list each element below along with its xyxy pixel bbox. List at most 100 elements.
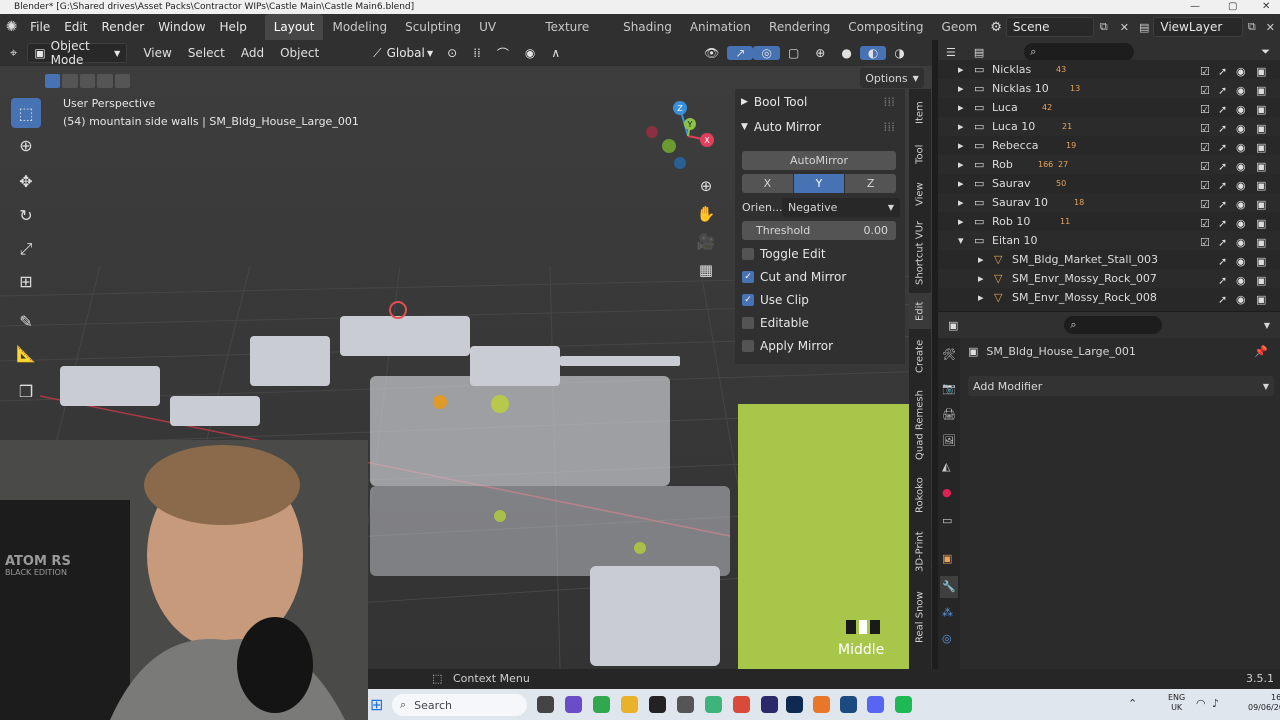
discord-icon[interactable] <box>867 696 884 713</box>
tab-sculpting[interactable]: Sculpting <box>396 14 470 40</box>
menu-add[interactable]: Add <box>233 46 272 60</box>
apply-mirror-checkbox[interactable]: Apply Mirror <box>735 334 905 357</box>
expand-icon[interactable]: ▸ <box>958 158 964 171</box>
select-intersect-icon[interactable] <box>114 74 131 88</box>
delete-view-layer-icon[interactable]: ✕ <box>1261 21 1280 34</box>
teams-icon[interactable] <box>565 696 582 713</box>
rendered-shading-icon[interactable]: ◑ <box>886 46 912 60</box>
particles-icon[interactable]: ⁂ <box>942 606 953 619</box>
output-icon[interactable]: 🖨 <box>942 408 956 421</box>
scale-tool-icon[interactable]: ⤢ <box>11 234 41 264</box>
clock[interactable]: 16:57 09/06/2023 <box>1248 693 1280 713</box>
expand-icon[interactable]: ▸ <box>958 63 964 76</box>
taskbar-search-input[interactable]: ⌕ Search <box>392 694 527 716</box>
tab-item[interactable]: Item <box>909 93 931 133</box>
collection-icon[interactable]: ▭ <box>942 514 952 527</box>
new-view-layer-icon[interactable]: ⧉ <box>1243 20 1261 34</box>
falloff-icon[interactable]: ∧ <box>543 46 568 60</box>
editor-type-icon[interactable]: ⌖ <box>0 46 27 61</box>
render-icon[interactable]: 📷 <box>942 382 956 395</box>
visibility-icon[interactable]: 👁 <box>696 46 727 60</box>
tab-geometry-nodes[interactable]: Geom <box>933 14 987 40</box>
expand-icon[interactable]: ▸ <box>978 272 984 285</box>
perspective-grid-icon[interactable]: ▦ <box>695 259 717 281</box>
zoom-icon[interactable]: ⊕ <box>695 175 717 197</box>
expand-icon[interactable]: ▸ <box>958 196 964 209</box>
tab-tool[interactable]: Tool <box>909 135 931 173</box>
chrome-profile-icon[interactable] <box>733 696 750 713</box>
automirror-button[interactable]: AutoMirror <box>742 151 896 170</box>
options-button[interactable]: Options ▼ <box>860 68 924 88</box>
maximize-icon[interactable]: ▢ <box>1228 0 1237 14</box>
pan-hand-icon[interactable]: ✋ <box>695 203 717 225</box>
filter-icon[interactable]: ⏷ <box>1251 45 1280 59</box>
solid-shading-icon[interactable]: ● <box>833 46 859 60</box>
menu-render[interactable]: Render <box>94 20 151 34</box>
menu-help[interactable]: Help <box>213 20 254 34</box>
wireframe-shading-icon[interactable]: ⊕ <box>807 46 833 60</box>
toggle-edit-checkbox[interactable]: Toggle Edit <box>735 242 905 265</box>
wifi-icon[interactable]: ◠ <box>1196 697 1206 710</box>
editable-checkbox[interactable]: Editable <box>735 311 905 334</box>
properties-editor-icon[interactable]: ▣ <box>938 319 968 332</box>
menu-view[interactable]: View <box>135 46 179 60</box>
move-tool-icon[interactable]: ✥ <box>11 166 41 196</box>
blender-logo-icon[interactable]: ✺ <box>0 19 23 35</box>
pin-icon[interactable]: 📌 <box>1254 345 1268 358</box>
camera-icon[interactable]: 🎥 <box>695 231 717 253</box>
axis-y-button[interactable]: Y <box>793 174 845 193</box>
tab-3d-print[interactable]: 3D-Print <box>909 523 931 581</box>
tool-settings-icon[interactable]: 🛠 <box>942 348 956 361</box>
expand-icon[interactable]: ▸ <box>978 291 984 304</box>
premiere-icon[interactable] <box>761 696 778 713</box>
object-icon[interactable]: ▣ <box>942 552 952 565</box>
collapse-icon[interactable]: ▾ <box>958 234 964 247</box>
app-icon[interactable] <box>895 696 912 713</box>
tray-chevron-icon[interactable]: ⌃ <box>1128 697 1137 710</box>
photoshop-2-icon[interactable] <box>840 696 857 713</box>
menu-edit[interactable]: Edit <box>57 20 94 34</box>
task-view-icon[interactable] <box>537 696 554 713</box>
tab-uv-editing[interactable]: UV Editing <box>470 14 536 60</box>
add-cube-tool-icon[interactable]: ❒ <box>11 376 41 406</box>
tab-edit[interactable]: Edit <box>909 293 931 329</box>
navigation-gizmo[interactable]: Z Y X <box>640 96 722 176</box>
xray-icon[interactable]: ▢ <box>780 46 807 60</box>
minimize-icon[interactable]: — <box>1190 0 1200 14</box>
gizmo-toggle-icon[interactable]: ↗ <box>727 46 754 60</box>
scene-icon[interactable]: ⚙ <box>986 20 1006 35</box>
tab-shading[interactable]: Shading <box>614 14 681 40</box>
menu-file[interactable]: File <box>23 20 57 34</box>
physics-icon[interactable]: ◎ <box>942 632 952 645</box>
select-extend-icon[interactable] <box>62 74 78 88</box>
expand-icon[interactable]: ▸ <box>958 177 964 190</box>
transform-orientation-selector[interactable]: ⟋ Global ▼ <box>367 43 440 63</box>
expand-icon[interactable]: ▸ <box>958 139 964 152</box>
photoshop-icon[interactable] <box>786 696 803 713</box>
tab-animation[interactable]: Animation <box>681 14 760 40</box>
modifier-wrench-icon[interactable]: 🔧 <box>940 576 958 598</box>
new-scene-icon[interactable]: ⧉ <box>1094 20 1114 34</box>
drag-handle-icon[interactable]: ⁞⁞⁞ <box>884 120 895 134</box>
file-explorer-icon[interactable] <box>621 696 638 713</box>
view-layer-icon[interactable]: ▤ <box>1135 21 1153 34</box>
expand-icon[interactable]: ▸ <box>958 82 964 95</box>
snap-icon[interactable]: ⌒ <box>489 45 517 62</box>
github-icon[interactable] <box>649 696 666 713</box>
tab-quad-remesh[interactable]: Quad Remesh <box>909 383 931 467</box>
axis-z-button[interactable]: Z <box>845 174 897 193</box>
menu-select[interactable]: Select <box>180 46 233 60</box>
view-layer-icon[interactable]: 🖼 <box>942 434 956 447</box>
close-icon[interactable]: ✕ <box>1262 0 1270 14</box>
threshold-field[interactable]: Threshold 0.00 <box>742 221 896 240</box>
expand-icon[interactable]: ▸ <box>958 215 964 228</box>
tab-texture-paint[interactable]: Texture Paint <box>536 14 614 60</box>
overlay-toggle-icon[interactable]: ◎ <box>753 46 780 60</box>
camera-render-icon[interactable]: ▣ ▣ ▣ ▣ ▣ ▣ ▣ ▣ ▣ ▣ ▣ ▣ ▣ <box>1256 62 1266 309</box>
blender-taskbar-icon[interactable] <box>813 696 830 713</box>
pivot-point-icon[interactable]: ⊙ <box>439 46 465 60</box>
axis-x-button[interactable]: X <box>742 174 793 193</box>
measure-tool-icon[interactable]: 📐 <box>11 338 41 368</box>
menu-object[interactable]: Object <box>272 46 327 60</box>
select-subtract-icon[interactable] <box>79 74 96 88</box>
